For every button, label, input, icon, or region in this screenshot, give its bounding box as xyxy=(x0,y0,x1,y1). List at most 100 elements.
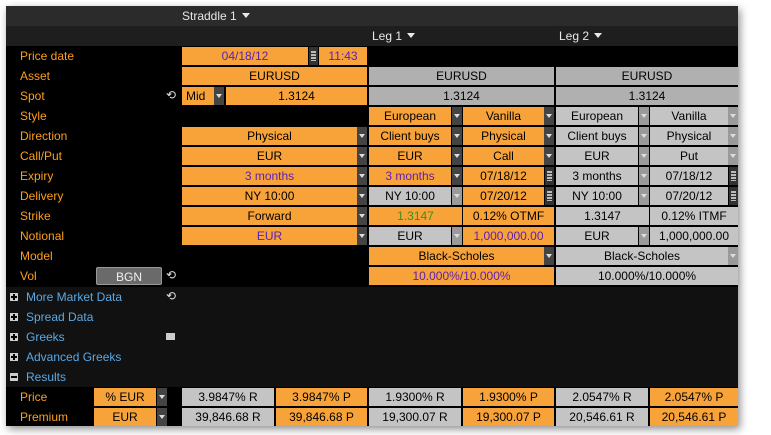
spot-field[interactable]: 1.3124 xyxy=(226,87,367,105)
asset-field[interactable]: EURUSD xyxy=(182,67,367,85)
leg1-callput-select[interactable]: Call xyxy=(463,147,544,165)
keyboard-icon[interactable] xyxy=(166,333,175,340)
asset-label: Asset xyxy=(6,67,182,85)
chevron-down-icon[interactable] xyxy=(639,227,649,245)
chevron-down-icon[interactable] xyxy=(157,388,167,406)
chevron-down-icon[interactable] xyxy=(452,127,462,145)
spot-side-select[interactable]: Mid xyxy=(182,87,214,105)
chevron-down-icon[interactable] xyxy=(728,107,738,125)
chevron-down-icon[interactable] xyxy=(357,227,367,245)
leg1-model-select[interactable]: Black-Scholes xyxy=(369,247,544,265)
option-pricer-window: Straddle 1 Leg 1 Leg 2 Price date 04/18/… xyxy=(6,6,738,426)
chevron-down-icon[interactable] xyxy=(452,167,462,185)
section-results[interactable]: Results xyxy=(6,367,738,387)
leg1-expiry-date[interactable]: 07/18/12 xyxy=(463,167,544,185)
chevron-down-icon[interactable] xyxy=(452,147,462,165)
price-value: 3.9847% R xyxy=(182,388,274,406)
chevron-down-icon[interactable] xyxy=(639,107,649,125)
chevron-down-icon[interactable] xyxy=(157,408,167,426)
price-time-field[interactable]: 11:43 xyxy=(319,47,367,65)
leg1-settlement-select[interactable]: Physical xyxy=(463,127,544,145)
notional-currency-select[interactable]: EUR xyxy=(182,227,357,245)
premium-value: 19,300.07 R xyxy=(369,408,461,426)
leg2-asset: EURUSD xyxy=(556,67,738,85)
price-value: 2.0547% R xyxy=(556,388,648,406)
chevron-down-icon[interactable] xyxy=(639,127,649,145)
leg2-exercise-select[interactable]: European xyxy=(556,107,638,125)
chevron-down-icon[interactable] xyxy=(357,127,367,145)
chevron-down-icon[interactable] xyxy=(357,187,367,205)
leg1-currency-select[interactable]: EUR xyxy=(369,147,451,165)
direction-row: Direction Physical Client buys Physical … xyxy=(6,126,738,146)
leg2-direction-select[interactable]: Client buys xyxy=(556,127,638,145)
section-greeks[interactable]: Greeks xyxy=(6,327,738,347)
strike-mode-select[interactable]: Forward xyxy=(182,207,357,225)
leg1-vol-field[interactable]: 10.000%/10.000% xyxy=(369,267,554,285)
leg2-callput-select[interactable]: Put xyxy=(650,147,728,165)
chevron-down-icon[interactable] xyxy=(639,187,649,205)
leg1-direction-select[interactable]: Client buys xyxy=(369,127,451,145)
calendar-icon[interactable] xyxy=(729,187,738,205)
premium-unit-select[interactable]: EUR xyxy=(94,408,156,426)
calendar-icon[interactable] xyxy=(309,47,318,65)
leg2-notional-currency[interactable]: EUR xyxy=(556,227,638,245)
leg2-delivery-date[interactable]: 07/20/12 xyxy=(650,187,728,205)
leg2-dropdown[interactable]: Leg 2 xyxy=(559,29,603,43)
chevron-down-icon[interactable] xyxy=(452,187,462,205)
leg1-strike-field[interactable]: 1.3147 xyxy=(369,207,462,225)
chevron-down-icon[interactable] xyxy=(544,107,554,125)
leg2-delivery-cut[interactable]: NY 10:00 xyxy=(556,187,638,205)
chevron-down-icon[interactable] xyxy=(452,107,462,125)
delivery-cut-select[interactable]: NY 10:00 xyxy=(182,187,357,205)
leg2-expiry-tenor[interactable]: 3 months xyxy=(556,167,638,185)
leg2-model-select[interactable]: Black-Scholes xyxy=(556,247,728,265)
chevron-down-icon[interactable] xyxy=(728,147,738,165)
leg2-vol-field[interactable]: 10.000%/10.000% xyxy=(556,267,738,285)
calendar-icon[interactable] xyxy=(729,167,738,185)
leg1-exercise-select[interactable]: European xyxy=(369,107,451,125)
refresh-icon[interactable]: ⟲ xyxy=(166,88,176,102)
leg1-notional-currency[interactable]: EUR xyxy=(369,227,451,245)
leg1-type-select[interactable]: Vanilla xyxy=(463,107,544,125)
refresh-icon[interactable]: ⟲ xyxy=(166,289,176,303)
leg1-delivery-date[interactable]: 07/20/12 xyxy=(463,187,544,205)
chevron-down-icon[interactable] xyxy=(357,167,367,185)
settlement-select[interactable]: Physical xyxy=(182,127,357,145)
chevron-down-icon[interactable] xyxy=(214,87,224,105)
vol-source-button[interactable]: BGN xyxy=(96,267,162,285)
chevron-down-icon[interactable] xyxy=(544,127,554,145)
leg2-expiry-date[interactable]: 07/18/12 xyxy=(650,167,728,185)
straddle-title-dropdown[interactable]: Straddle 1 xyxy=(182,9,250,23)
expiry-tenor-select[interactable]: 3 months xyxy=(182,167,357,185)
leg2-settlement-select[interactable]: Physical xyxy=(650,127,728,145)
chevron-down-icon[interactable] xyxy=(357,147,367,165)
leg1-dropdown[interactable]: Leg 1 xyxy=(372,29,416,43)
leg2-currency-select[interactable]: EUR xyxy=(556,147,638,165)
chevron-down-icon[interactable] xyxy=(544,247,554,265)
section-advanced-greeks[interactable]: Advanced Greeks xyxy=(6,347,738,367)
refresh-icon[interactable]: ⟲ xyxy=(166,268,176,282)
results-premium-row: Premium EUR 39,846.68 R 39,846.68 P 19,3… xyxy=(6,407,738,426)
chevron-down-icon[interactable] xyxy=(639,147,649,165)
leg1-delivery-cut[interactable]: NY 10:00 xyxy=(369,187,451,205)
leg2-notional-amount[interactable]: 1,000,000.00 xyxy=(650,227,738,245)
chevron-down-icon[interactable] xyxy=(357,207,367,225)
price-unit-select[interactable]: % EUR xyxy=(94,388,156,406)
style-row: Style European Vanilla European Vanilla xyxy=(6,106,738,126)
callput-currency-select[interactable]: EUR xyxy=(182,147,357,165)
leg1-expiry-tenor[interactable]: 3 months xyxy=(369,167,451,185)
calendar-icon[interactable] xyxy=(545,167,554,185)
leg2-strike-field[interactable]: 1.3147 xyxy=(556,207,649,225)
chevron-down-icon[interactable] xyxy=(639,167,649,185)
leg1-notional-amount[interactable]: 1,000,000.00 xyxy=(463,227,554,245)
leg2-type-select[interactable]: Vanilla xyxy=(650,107,728,125)
chevron-down-icon[interactable] xyxy=(728,247,738,265)
calendar-icon[interactable] xyxy=(545,187,554,205)
section-more-market-data[interactable]: More Market Data ⟲ xyxy=(6,287,738,307)
chevron-down-icon[interactable] xyxy=(452,227,462,245)
chevron-down-icon[interactable] xyxy=(728,127,738,145)
model-label: Model xyxy=(6,247,182,265)
section-spread-data[interactable]: Spread Data xyxy=(6,307,738,327)
price-date-field[interactable]: 04/18/12 xyxy=(182,47,308,65)
chevron-down-icon[interactable] xyxy=(544,147,554,165)
